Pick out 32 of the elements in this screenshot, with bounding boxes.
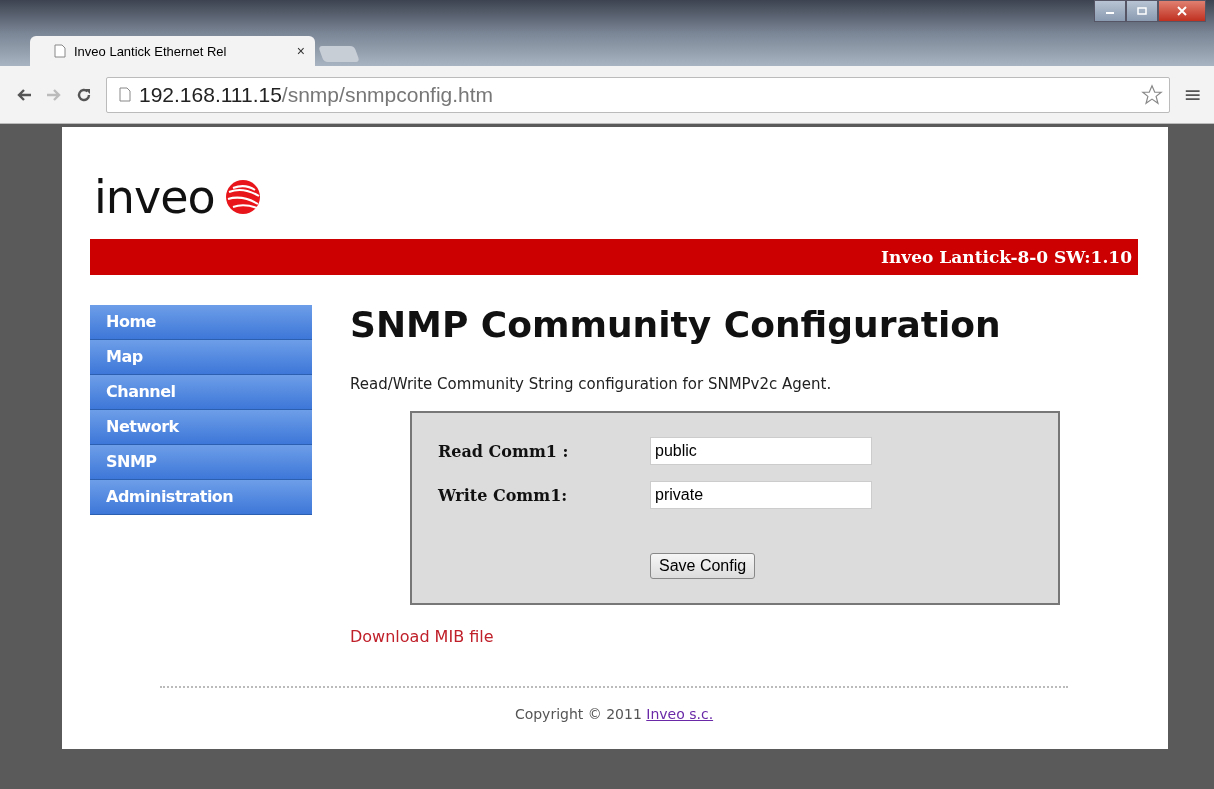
close-window-button[interactable] [1158,0,1206,22]
back-icon[interactable] [16,87,32,102]
globe-logo-icon [224,179,261,215]
field-label: Read Comm1 : [438,441,570,461]
copyright-text: Copyright © 2011 Inveo s.c. [514,706,714,722]
sidebar-item[interactable]: Administration [90,480,312,515]
save-button[interactable]: Save Config [650,553,756,579]
maximize-icon [1137,7,1147,15]
device-info: Inveo Lantick-8-0 SW:1.10 [881,247,1132,267]
sidebar-item[interactable]: Home [90,305,312,340]
sidebar-item[interactable]: Map [90,340,312,375]
menu-button[interactable]: ≡ [1183,82,1202,107]
logo-text: inveo [94,170,215,224]
sidebar-item[interactable]: Channel [90,375,312,410]
page-title: SNMP Community Configuration [350,305,1002,345]
browser-tab[interactable]: Inveo Lantick Ethernet Rel × [30,36,315,66]
sidebar-item[interactable]: Network [90,410,312,445]
input-field[interactable]: public [650,437,872,465]
reload-icon[interactable] [76,86,92,103]
address-bar[interactable]: 192.168.111.15/snmp/snmpconfig.htm [106,76,1170,113]
page-icon [119,87,131,102]
download-link[interactable]: Download MIB file [350,627,494,646]
input-field[interactable]: private [650,481,872,509]
close-tab-button[interactable]: × [296,43,305,59]
minimize-button[interactable] [1094,0,1126,22]
close-icon [1177,6,1187,16]
page-icon [54,44,66,58]
star-icon[interactable] [1140,83,1163,106]
description-text: Read/Write Community String configuration for SNMPv2c Agent. [350,375,833,393]
field-label: Write Comm1: [438,485,569,505]
maximize-button[interactable] [1126,0,1158,22]
company-link[interactable]: Inveo s.c. [646,706,714,722]
